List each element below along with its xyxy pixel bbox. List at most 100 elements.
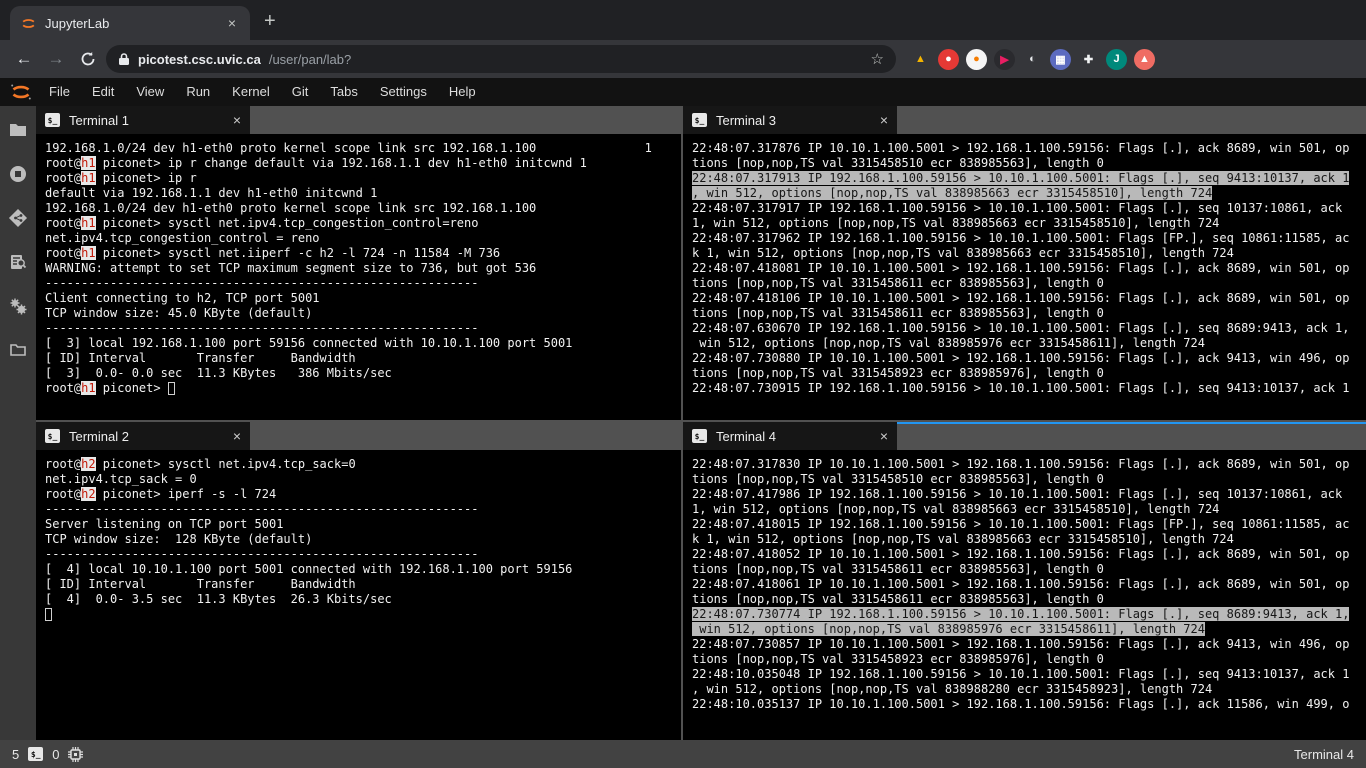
terminal-line: default via 192.168.1.1 dev h1-eth0 init… [45, 186, 681, 201]
terminals-count[interactable]: 5 [12, 747, 19, 762]
menu-settings[interactable]: Settings [369, 78, 438, 106]
terminal-line: 22:48:07.317913 IP 192.168.1.100.59156 >… [692, 171, 1366, 186]
running-sessions-icon[interactable] [8, 164, 28, 184]
address-bar[interactable]: picotest.csc.uvic.ca/user/pan/lab? ☆ [106, 45, 896, 73]
terminal-3-output[interactable]: 22:48:07.317876 IP 10.10.1.100.5001 > 19… [683, 134, 1366, 420]
status-bar: 5 $_ 0 Terminal 4 [0, 740, 1366, 768]
terminal-icon: $_ [45, 113, 60, 127]
terminal-line: 22:48:07.317917 IP 192.168.1.100.59156 >… [692, 201, 1366, 216]
back-icon[interactable]: ← [10, 45, 38, 73]
new-tab-button[interactable]: + [250, 2, 290, 40]
browser-tab[interactable]: JupyterLab × [10, 6, 250, 40]
terminal-line: tions [nop,nop,TS val 3315458923 ecr 838… [692, 366, 1366, 381]
menu-view[interactable]: View [125, 78, 175, 106]
tab-title: Terminal 3 [716, 113, 871, 128]
prompt-host: h1 [81, 171, 95, 185]
menu-help[interactable]: Help [438, 78, 487, 106]
tab-title: Terminal 4 [716, 429, 871, 444]
selected-text: 22:48:07.730774 IP 192.168.1.100.59156 >… [692, 607, 1349, 621]
current-tab-label: Terminal 4 [1294, 747, 1354, 762]
tab-terminal-2[interactable]: $_ Terminal 2 × [36, 422, 250, 450]
menu-file[interactable]: File [38, 78, 81, 106]
terminal-line: 22:48:07.730880 IP 10.10.1.100.5001 > 19… [692, 351, 1366, 366]
selected-text: 22:48:07.317913 IP 192.168.1.100.59156 >… [692, 171, 1349, 185]
terminal-line: tions [nop,nop,TS val 3315458510 ecr 838… [692, 472, 1366, 487]
terminal-line: root@h1 piconet> ip r change default via… [45, 156, 681, 171]
prompt-host: h1 [81, 216, 95, 230]
terminal-line: [ ID] Interval Transfer Bandwidth [45, 351, 681, 366]
grid-extension-icon[interactable]: ▦ [1050, 49, 1071, 70]
terminal-line: 22:48:07.317962 IP 192.168.1.100.59156 >… [692, 231, 1366, 246]
workspace: $_ Terminal 1 × 192.168.1.0/24 dev h1-et… [0, 106, 1366, 740]
egg-extension-icon[interactable]: ● [966, 49, 987, 70]
terminal-line: 22:48:07.418061 IP 10.10.1.100.5001 > 19… [692, 577, 1366, 592]
terminal-line: root@h2 piconet> sysctl net.ipv4.tcp_sac… [45, 457, 681, 472]
extension-manager-icon[interactable] [8, 340, 28, 360]
browser-tab-close-icon[interactable]: × [224, 15, 240, 31]
table-of-contents-icon[interactable] [8, 252, 28, 272]
terminal-line: ----------------------------------------… [45, 502, 681, 517]
tab-terminal-3[interactable]: $_ Terminal 3 × [683, 106, 897, 134]
forward-icon[interactable]: → [42, 45, 70, 73]
kernels-count[interactable]: 0 [52, 747, 59, 762]
adblock-extension-icon[interactable]: ● [938, 49, 959, 70]
terminal-line: root@h2 piconet> iperf -s -l 724 [45, 487, 681, 502]
terminal-line: Client connecting to h2, TCP port 5001 [45, 291, 681, 306]
terminal-line: ----------------------------------------… [45, 547, 681, 562]
menu-run[interactable]: Run [175, 78, 221, 106]
terminal-4-tabbar: $_ Terminal 4 × [683, 422, 1366, 450]
terminal-cursor [168, 382, 175, 395]
settings-gears-icon[interactable] [8, 296, 28, 316]
close-icon[interactable]: × [233, 428, 241, 444]
tab-terminal-1[interactable]: $_ Terminal 1 × [36, 106, 250, 134]
terminal-line: 22:48:07.630670 IP 192.168.1.100.59156 >… [692, 321, 1366, 336]
update-browser-icon[interactable]: ▲ [1134, 49, 1155, 70]
close-icon[interactable]: × [880, 428, 888, 444]
terminal-line: root@h1 piconet> [45, 381, 681, 396]
terminal-line: 22:48:07.418015 IP 192.168.1.100.59156 >… [692, 517, 1366, 532]
terminal-line: [ 4] local 10.10.1.100 port 5001 connect… [45, 562, 681, 577]
close-icon[interactable]: × [233, 112, 241, 128]
browser-tab-strip: JupyterLab × + [0, 0, 1366, 40]
terminal-line: , win 512, options [nop,nop,TS val 83898… [692, 186, 1366, 201]
terminal-icon: $_ [45, 429, 60, 443]
prompt-host: h1 [81, 381, 95, 395]
play-extension-icon[interactable]: ▶ [994, 49, 1015, 70]
tab-terminal-4[interactable]: $_ Terminal 4 × [683, 422, 897, 450]
menu-git[interactable]: Git [281, 78, 320, 106]
terminal-line: 192.168.1.0/24 dev h1-eth0 proto kernel … [45, 141, 681, 156]
terminal-line: net.ipv4.tcp_sack = 0 [45, 472, 681, 487]
terminal-line: [ ID] Interval Transfer Bandwidth [45, 577, 681, 592]
terminal-line: Server listening on TCP port 5001 [45, 517, 681, 532]
bookmark-star-icon[interactable]: ☆ [871, 50, 884, 68]
menu-edit[interactable]: Edit [81, 78, 125, 106]
tab-title: Terminal 2 [69, 429, 224, 444]
terminal-1-output[interactable]: 192.168.1.0/24 dev h1-eth0 proto kernel … [36, 134, 681, 420]
terminal-2-output[interactable]: root@h2 piconet> sysctl net.ipv4.tcp_sac… [36, 450, 681, 740]
file-browser-icon[interactable] [8, 120, 28, 140]
profile-avatar[interactable]: J [1106, 49, 1127, 70]
terminal-line: tions [nop,nop,TS val 3315458611 ecr 838… [692, 306, 1366, 321]
terminal-4-output[interactable]: 22:48:07.317830 IP 10.10.1.100.5001 > 19… [683, 450, 1366, 740]
terminal-status-icon[interactable]: $_ [28, 747, 43, 761]
terminal-line: win 512, options [nop,nop,TS val 8389859… [692, 336, 1366, 351]
terminal-line: , win 512, options [nop,nop,TS val 83898… [692, 682, 1366, 697]
reload-icon[interactable] [74, 45, 102, 73]
terminal-line: k 1, win 512, options [nop,nop,TS val 83… [692, 246, 1366, 261]
dark-mode-extension-icon[interactable]: ◐ [1022, 49, 1043, 70]
left-sidebar [0, 106, 36, 740]
close-icon[interactable]: × [880, 112, 888, 128]
drive-extension-icon[interactable]: ▲ [910, 49, 931, 70]
kernel-chip-icon[interactable] [68, 747, 83, 762]
menu-kernel[interactable]: Kernel [221, 78, 281, 106]
terminal-line: 22:48:07.317876 IP 10.10.1.100.5001 > 19… [692, 141, 1366, 156]
url-host: picotest.csc.uvic.ca [138, 52, 261, 67]
menu-tabs[interactable]: Tabs [319, 78, 368, 106]
puzzle-extensions-icon[interactable]: ✚ [1078, 49, 1099, 70]
selected-text: win 512, options [nop,nop,TS val 8389859… [692, 622, 1205, 636]
terminal-line: 1, win 512, options [nop,nop,TS val 8389… [692, 216, 1366, 231]
terminal-3-panel: $_ Terminal 3 × 22:48:07.317876 IP 10.10… [683, 106, 1366, 420]
terminal-line: root@h1 piconet> ip r [45, 171, 681, 186]
jupyterlab-menubar: File Edit View Run Kernel Git Tabs Setti… [0, 78, 1366, 106]
git-icon[interactable] [8, 208, 28, 228]
